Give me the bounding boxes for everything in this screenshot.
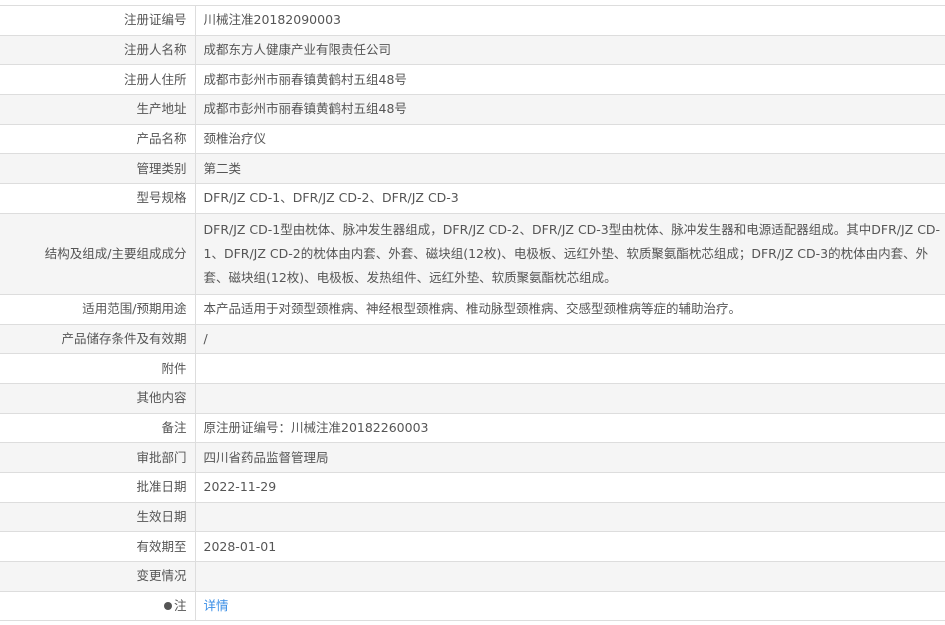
row-value: 详情 (195, 590, 945, 622)
row-label: 结构及组成/主要组成成分 (0, 212, 196, 295)
table-row: 备注 原注册证编号：川械注准20182260003 (0, 412, 945, 444)
table-row: 结构及组成/主要组成成分 DFR/JZ CD-1型由枕体、脉冲发生器组成，DFR/… (0, 212, 945, 295)
row-value: 川械注准20182090003 (195, 5, 945, 36)
row-value: 颈椎治疗仪 (195, 123, 945, 155)
row-label: 批准日期 (0, 471, 196, 503)
row-value: DFR/JZ CD-1型由枕体、脉冲发生器组成，DFR/JZ CD-2、DFR/… (195, 212, 945, 295)
row-value: / (195, 323, 945, 355)
row-label: 附件 (0, 353, 196, 384)
row-value (195, 501, 945, 533)
table-row: 附件 (0, 353, 945, 384)
row-label: 变更情况 (0, 561, 196, 592)
table-row: 注册人住所 成都市彭州市丽春镇黄鹤村五组48号 (0, 64, 945, 96)
row-label: 适用范围/预期用途 (0, 293, 196, 325)
row-label: 产品名称 (0, 123, 196, 155)
row-label: 其他内容 (0, 382, 196, 414)
row-value: 成都市彭州市丽春镇黄鹤村五组48号 (195, 94, 945, 125)
row-value (195, 353, 945, 384)
row-label: 注册人名称 (0, 34, 196, 66)
table-row: 注册人名称 成都东方人健康产业有限责任公司 (0, 34, 945, 66)
note-label: 注 (173, 598, 187, 614)
table-row: 生效日期 (0, 501, 945, 533)
row-label: 有效期至 (0, 531, 196, 562)
row-label: 注册人住所 (0, 64, 196, 96)
table-row: 适用范围/预期用途 本产品适用于对颈型颈椎病、神经根型颈椎病、椎动脉型颈椎病、交感… (0, 293, 945, 325)
row-value: 2028-01-01 (195, 531, 945, 562)
table-row: 管理类别 第二类 (0, 153, 945, 185)
row-value: 本产品适用于对颈型颈椎病、神经根型颈椎病、椎动脉型颈椎病、交感型颈椎病等症的辅助… (195, 293, 945, 325)
registration-detail-table: 注册证编号 川械注准20182090003 注册人名称 成都东方人健康产业有限责任公司… (0, 5, 945, 622)
row-label: 型号规格 (0, 183, 196, 214)
table-row-note: 注 详情 (0, 590, 945, 622)
table-row: 型号规格 DFR/JZ CD-1、DFR/JZ CD-2、DFR/JZ CD-3 (0, 183, 945, 214)
row-label: 产品储存条件及有效期 (0, 323, 196, 355)
table-row: 产品储存条件及有效期 / (0, 323, 945, 355)
row-value (195, 561, 945, 592)
row-value: 成都市彭州市丽春镇黄鹤村五组48号 (195, 64, 945, 96)
row-value: 成都东方人健康产业有限责任公司 (195, 34, 945, 66)
row-label: 生产地址 (0, 94, 196, 125)
row-label: 备注 (0, 412, 196, 444)
row-label: 审批部门 (0, 442, 196, 473)
table-row: 审批部门 四川省药品监督管理局 (0, 442, 945, 473)
row-value (195, 382, 945, 414)
table-row: 注册证编号 川械注准20182090003 (0, 5, 945, 36)
row-value: DFR/JZ CD-1、DFR/JZ CD-2、DFR/JZ CD-3 (195, 183, 945, 214)
row-label: 注册证编号 (0, 5, 196, 36)
table-row: 产品名称 颈椎治疗仪 (0, 123, 945, 155)
row-value: 原注册证编号：川械注准20182260003 (195, 412, 945, 444)
details-link[interactable]: 详情 (204, 598, 229, 613)
table-row: 批准日期 2022-11-29 (0, 471, 945, 503)
row-value: 2022-11-29 (195, 471, 945, 503)
row-value: 第二类 (195, 153, 945, 185)
row-label: 注 (0, 590, 196, 622)
pin-icon (163, 602, 172, 611)
row-value: 四川省药品监督管理局 (195, 442, 945, 473)
table-row: 生产地址 成都市彭州市丽春镇黄鹤村五组48号 (0, 94, 945, 125)
table-row: 有效期至 2028-01-01 (0, 531, 945, 562)
row-label: 管理类别 (0, 153, 196, 185)
table-row: 其他内容 (0, 382, 945, 414)
table-row: 变更情况 (0, 561, 945, 592)
row-label: 生效日期 (0, 501, 196, 533)
